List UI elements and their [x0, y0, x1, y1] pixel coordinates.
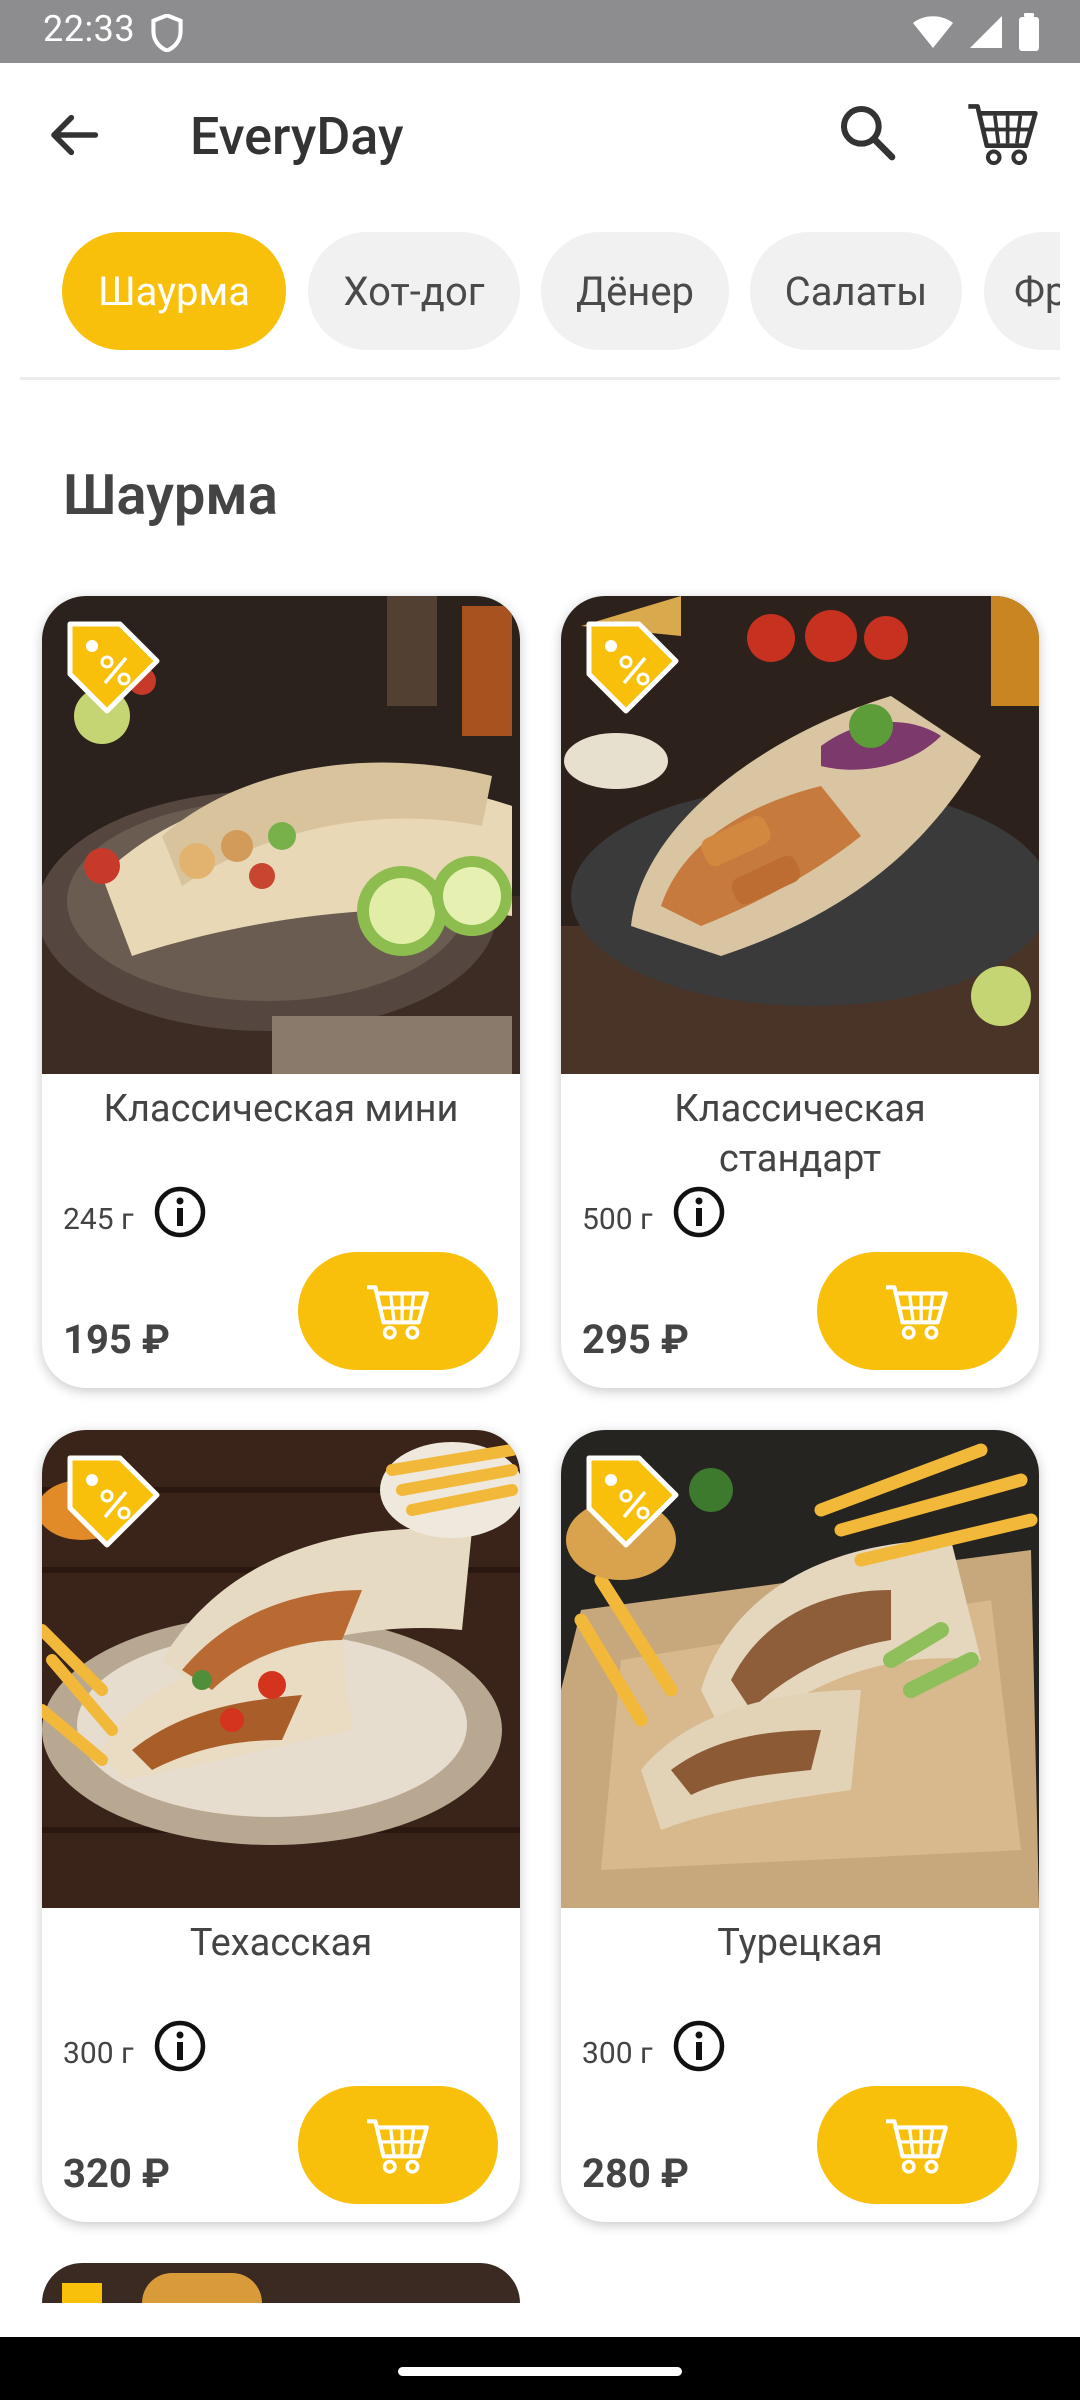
discount-tag-icon	[586, 1455, 679, 1548]
product-card[interactable]: Классическая мини 245 г 195 ₽	[42, 596, 520, 1388]
product-price: 195 ₽	[63, 1316, 171, 1363]
app-bar: EveryDay	[0, 63, 1080, 211]
search-icon[interactable]	[836, 101, 900, 165]
product-name: Техасская	[189, 1921, 373, 1965]
home-gesture-handle[interactable]	[398, 2367, 682, 2376]
tab-fries[interactable]: Фр	[984, 232, 1060, 350]
cart-icon	[367, 1285, 429, 1340]
back-arrow-icon[interactable]	[42, 103, 106, 167]
product-weight: 300 г	[582, 2036, 653, 2071]
signal-icon	[970, 16, 1002, 48]
wifi-icon	[913, 16, 953, 48]
battery-icon	[1019, 13, 1039, 51]
discount-tag-icon	[67, 621, 160, 714]
add-to-cart-button[interactable]	[817, 2086, 1017, 2204]
cart-icon	[886, 1285, 948, 1340]
section-title: Шаурма	[63, 462, 278, 528]
product-card[interactable]: Турецкая 300 г 280 ₽	[561, 1430, 1039, 2222]
info-icon[interactable]	[152, 1184, 208, 1240]
discount-tag-icon	[586, 621, 679, 714]
info-icon[interactable]	[671, 1184, 727, 1240]
product-weight: 245 г	[63, 1202, 134, 1237]
tab-doner[interactable]: Дёнер	[541, 232, 729, 350]
product-weight: 500 г	[582, 1202, 653, 1237]
tab-salads[interactable]: Салаты	[750, 232, 962, 350]
info-icon[interactable]	[152, 2018, 208, 2074]
product-price: 295 ₽	[582, 1316, 690, 1363]
product-name: Турецкая	[717, 1921, 883, 1965]
product-name: Классическая мини	[103, 1087, 459, 1131]
tab-hot-dog[interactable]: Хот-дог	[308, 232, 520, 350]
cart-icon	[886, 2119, 948, 2174]
status-icons	[912, 12, 1040, 52]
product-card[interactable]: Техасская 300 г 320 ₽	[42, 1430, 520, 2222]
cart-icon	[367, 2119, 429, 2174]
product-card[interactable]: Классическая стандарт 500 г 295 ₽	[561, 596, 1039, 1388]
product-image	[142, 2273, 262, 2303]
product-weight: 300 г	[63, 2036, 134, 2071]
discount-tag-icon	[67, 1455, 160, 1548]
status-time: 22:33	[43, 8, 136, 50]
add-to-cart-button[interactable]	[298, 2086, 498, 2204]
tabs-divider	[20, 377, 1060, 380]
tab-shawarma[interactable]: Шаурма	[62, 232, 286, 350]
app-title: EveryDay	[190, 106, 404, 167]
category-tabs: Шаурма Хот-дог Дёнер Салаты Фр	[0, 232, 1060, 358]
cart-icon[interactable]	[966, 99, 1040, 167]
product-price: 280 ₽	[582, 2150, 690, 2197]
add-to-cart-button[interactable]	[817, 1252, 1017, 1370]
info-icon[interactable]	[671, 2018, 727, 2074]
status-bar: 22:33	[0, 0, 1080, 63]
product-name: Классическая стандарт	[674, 1087, 926, 1181]
product-price: 320 ₽	[63, 2150, 171, 2197]
discount-tag-icon	[62, 2283, 102, 2303]
product-card-partial[interactable]	[42, 2263, 520, 2303]
add-to-cart-button[interactable]	[298, 1252, 498, 1370]
shield-icon	[151, 14, 183, 52]
